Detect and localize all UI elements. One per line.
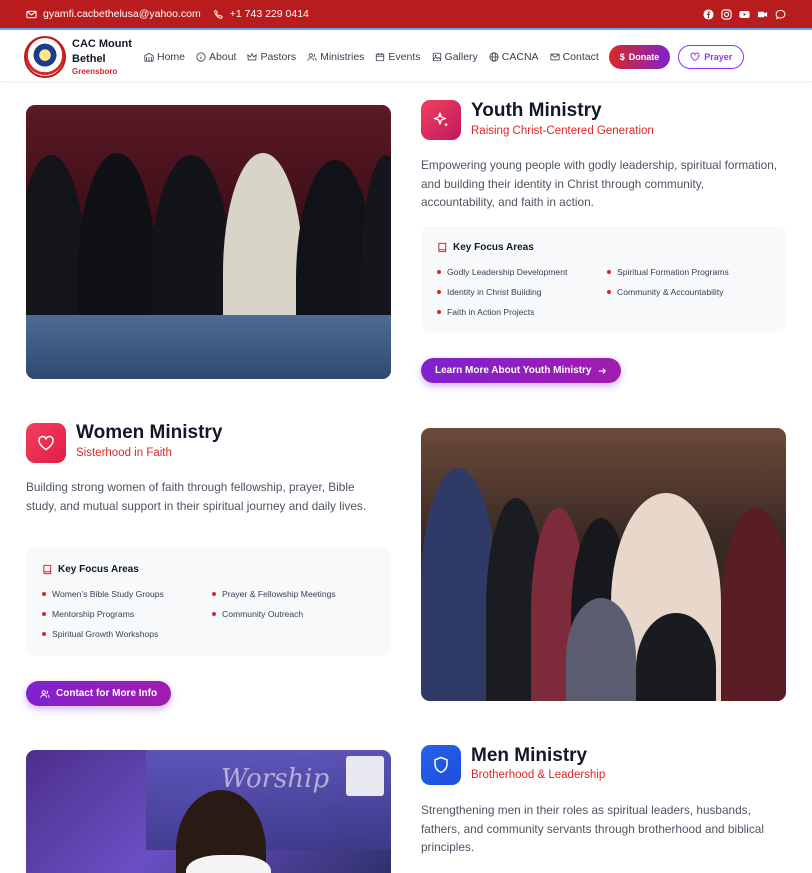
youth-ministry-icon [421, 100, 461, 140]
women-ministry-title: Women Ministry [76, 422, 223, 443]
chat-icon[interactable] [775, 9, 786, 20]
youth-ministry-photo [26, 105, 391, 379]
nav-item-events[interactable]: Events [375, 50, 421, 63]
image-icon [432, 52, 441, 61]
phone-text: +1 743 229 0414 [229, 8, 309, 20]
focus-item: Mentorship Programs [42, 609, 134, 619]
sparkles-icon [433, 112, 449, 127]
cta-label: Contact for More Info [56, 688, 158, 699]
nav-item-label: Gallery [444, 50, 478, 63]
calendar-icon [376, 52, 385, 61]
nav-item-label: Pastors [260, 50, 297, 63]
focus-item: Community & Accountability [607, 287, 724, 297]
contact-more-info-button[interactable]: Contact for More Info [26, 681, 172, 706]
video-icon[interactable] [757, 9, 768, 20]
focus-heading-text: Key Focus Areas [58, 564, 139, 575]
focus-item: Identity in Christ Building [437, 287, 542, 297]
globe-icon [489, 51, 499, 62]
learn-more-youth-button[interactable]: Learn More About Youth Ministry [421, 358, 622, 383]
nav-item-label: About [209, 50, 237, 63]
focus-heading: Key Focus Areas [42, 564, 139, 575]
nav-item-home[interactable]: Home [144, 51, 185, 63]
nav-item-label: Events [388, 50, 421, 63]
nav-item-about[interactable]: About [196, 51, 236, 63]
mail-icon [26, 9, 37, 20]
prayer-button[interactable]: Prayer [678, 44, 745, 69]
email-contact[interactable]: gyamfi.cacbethelusa@yahoo.com [26, 8, 201, 20]
nav-item-contact[interactable]: Contact [549, 50, 599, 63]
facebook-icon[interactable] [703, 8, 714, 20]
men-ministry-subtitle: Brotherhood & Leadership [471, 769, 606, 781]
nav-menu: Home About Pastors Ministries Events Gal… [144, 51, 599, 63]
focus-item: Prayer & Fellowship Meetings [212, 589, 336, 599]
heart-icon [690, 52, 700, 61]
women-focus-areas: Key Focus Areas Women's Bible Study Grou… [26, 548, 391, 656]
people-icon [40, 689, 50, 698]
focus-item: Women's Bible Study Groups [42, 589, 164, 599]
prayer-label: Prayer [704, 51, 733, 62]
instagram-icon[interactable] [721, 8, 732, 20]
dollar-icon: $ [619, 51, 625, 62]
men-ministry-photo: Worship [26, 750, 391, 873]
nav-item-gallery[interactable]: Gallery [432, 51, 478, 63]
worship-screen-text: Worship [221, 764, 330, 794]
main-navbar: CAC Mount Bethel Greensboro Home About P… [0, 32, 812, 82]
youth-ministry-subtitle: Raising Christ-Centered Generation [471, 125, 654, 137]
book-icon [438, 242, 447, 253]
phone-icon [213, 9, 224, 20]
focus-heading: Key Focus Areas [437, 242, 534, 253]
brand[interactable]: CAC Mount Bethel Greensboro [72, 37, 144, 77]
women-ministry-description: Building strong women of faith through f… [26, 480, 367, 513]
men-ministry-description: Strengthening men in their roles as spir… [421, 803, 764, 854]
brand-name: CAC Mount Bethel [72, 37, 132, 65]
nav-item-cacna[interactable]: CACNA [489, 51, 539, 63]
men-ministry-title: Men Ministry [471, 745, 588, 766]
nav-item-label: CACNA [501, 50, 539, 63]
youth-focus-areas: Key Focus Areas Godly Leadership Develop… [421, 226, 786, 332]
nav-item-pastors[interactable]: Pastors [247, 51, 296, 63]
nav-item-label: Contact [562, 50, 599, 63]
crown-icon [247, 52, 258, 60]
women-ministry-photo [421, 428, 786, 701]
email-text: gyamfi.cacbethelusa@yahoo.com [43, 8, 201, 20]
nav-item-label: Ministries [320, 50, 365, 63]
youth-ministry-description: Empowering young people with godly leade… [421, 158, 778, 209]
women-ministry-subtitle: Sisterhood in Faith [76, 447, 172, 459]
donate-button[interactable]: $ Donate [608, 44, 671, 69]
nav-item-ministries[interactable]: Ministries [307, 51, 364, 63]
heart-icon [38, 435, 54, 451]
phone-contact[interactable]: +1 743 229 0414 [213, 8, 309, 20]
focus-item: Faith in Action Projects [437, 307, 534, 317]
cta-label: Learn More About Youth Ministry [435, 365, 592, 376]
focus-item: Spiritual Growth Workshops [42, 629, 158, 639]
focus-heading-text: Key Focus Areas [453, 242, 534, 253]
mail-icon [549, 53, 560, 60]
shield-icon [434, 756, 448, 774]
top-contact-bar: gyamfi.cacbethelusa@yahoo.com +1 743 229… [0, 0, 812, 30]
info-icon [196, 51, 206, 62]
donate-label: Donate [628, 51, 660, 62]
brand-city: Greensboro [72, 67, 118, 77]
men-ministry-icon [421, 745, 461, 785]
youth-ministry-title: Youth Ministry [471, 100, 602, 121]
nav-item-label: Home [157, 50, 186, 63]
building-icon [144, 52, 154, 62]
youtube-icon[interactable] [739, 9, 750, 20]
people-icon [307, 52, 317, 61]
focus-item: Godly Leadership Development [437, 267, 567, 277]
book-icon [43, 564, 52, 575]
social-links [703, 8, 786, 20]
arrow-right-icon [599, 367, 607, 374]
focus-item: Spiritual Formation Programs [607, 267, 729, 277]
women-ministry-icon [26, 423, 66, 463]
focus-item: Community Outreach [212, 609, 303, 619]
church-logo[interactable] [24, 35, 66, 78]
